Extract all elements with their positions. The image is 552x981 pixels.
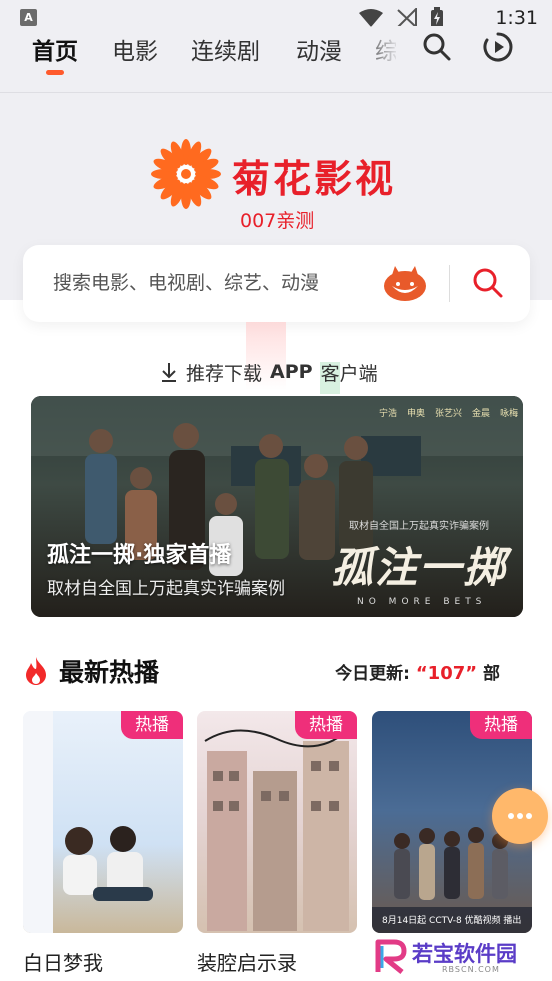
watermark: 若宝软件园 RBSCN.COM bbox=[372, 936, 532, 976]
brand-tagline: 007亲测 bbox=[240, 210, 315, 232]
nav-search-button[interactable] bbox=[420, 30, 454, 64]
header-divider bbox=[0, 92, 552, 93]
banner-credits: 宁浩 申奥 张艺兴 金晨 咏梅 bbox=[379, 406, 518, 419]
credit-name: 宁浩 bbox=[379, 409, 398, 419]
update-label: 今日更新: bbox=[335, 664, 410, 684]
section-title: 最新热播 bbox=[59, 658, 160, 687]
wifi-icon bbox=[359, 9, 383, 27]
download-app-label: APP bbox=[270, 361, 313, 383]
video-title: 白日梦我 bbox=[23, 951, 103, 975]
tab-series[interactable]: 连续剧 bbox=[191, 32, 260, 66]
tab-movies[interactable]: 电影 bbox=[112, 32, 158, 66]
watermark-sub: RBSCN.COM bbox=[442, 965, 500, 974]
banner-subtitle: 取材自全国上万起真实诈骗案例 bbox=[47, 579, 285, 599]
download-icon bbox=[162, 363, 176, 382]
credit-name: 张艺兴 bbox=[435, 409, 463, 419]
search-icon bbox=[423, 33, 451, 61]
watermark-text: 若宝软件园 bbox=[412, 942, 517, 966]
hot-badge: 热播 bbox=[295, 711, 357, 739]
search-submit-icon[interactable] bbox=[469, 264, 507, 302]
video-poster: 热播 bbox=[197, 711, 357, 933]
no-signal-icon bbox=[396, 8, 417, 28]
notification-icon: A bbox=[20, 9, 37, 26]
update-count: “107” bbox=[415, 663, 478, 684]
poster-artwork bbox=[204, 729, 349, 931]
poster-artwork bbox=[23, 711, 153, 933]
video-card[interactable]: 热播 白日梦我 bbox=[23, 711, 183, 976]
download-app-link[interactable]: 推荐下载 APP 客户端 bbox=[160, 357, 378, 387]
watermark-logo-icon bbox=[375, 939, 407, 974]
poster-caption: 8月14日起 CCTV-8 优酷视频 播出 bbox=[382, 916, 522, 926]
banner-poster-title: 孤注一掷 bbox=[331, 543, 508, 592]
banner-poster-english: NO MORE BETS bbox=[357, 597, 487, 607]
banner-title: 孤注一掷·独家首播 bbox=[47, 543, 232, 568]
credit-name: 申奥 bbox=[407, 409, 426, 419]
nav-history-button[interactable] bbox=[481, 30, 515, 64]
tab-anime[interactable]: 动漫 bbox=[296, 32, 342, 66]
dot-icon bbox=[517, 813, 523, 819]
download-suffix: 客户端 bbox=[320, 362, 378, 385]
video-card[interactable]: 热播 装腔启示录 bbox=[197, 711, 357, 976]
update-info: 今日更新: “107” 部 bbox=[335, 659, 500, 684]
download-prefix: 推荐下载 bbox=[186, 362, 263, 385]
featured-banner[interactable]: 宁浩 申奥 张艺兴 金晨 咏梅 取材自全国上万起真实诈骗案例 孤注一掷 NO M… bbox=[31, 396, 523, 617]
brand-name: 菊花影视 bbox=[232, 156, 397, 201]
dot-icon bbox=[508, 813, 514, 819]
nav-fade bbox=[360, 26, 400, 76]
search-divider bbox=[449, 265, 450, 302]
update-unit: 部 bbox=[483, 664, 500, 684]
brand-logo: 菊花影视 007亲测 bbox=[150, 138, 410, 232]
chrysanthemum-logo-icon bbox=[151, 139, 221, 209]
search-input[interactable] bbox=[53, 265, 373, 301]
active-tab-indicator bbox=[46, 70, 64, 75]
tab-home[interactable]: 首页 bbox=[32, 32, 78, 66]
hot-badge: 热播 bbox=[121, 711, 183, 739]
credit-name: 咏梅 bbox=[500, 409, 519, 419]
play-history-icon bbox=[483, 32, 513, 62]
credit-name: 金晨 bbox=[472, 409, 491, 419]
dot-icon bbox=[526, 813, 532, 819]
fox-icon[interactable] bbox=[383, 264, 427, 302]
hot-badge: 热播 bbox=[470, 711, 532, 739]
banner-poster-caption: 取材自全国上万起真实诈骗案例 bbox=[349, 521, 489, 532]
search-box bbox=[23, 245, 530, 322]
fire-icon bbox=[26, 657, 46, 685]
more-options-button[interactable] bbox=[492, 788, 548, 844]
video-title: 装腔启示录 bbox=[197, 951, 297, 975]
top-nav: 首页 电影 连续剧 动漫 综 bbox=[0, 26, 552, 76]
video-poster: 热播 bbox=[23, 711, 183, 933]
section-header: 最新热播 今日更新: “107” 部 bbox=[23, 650, 530, 692]
